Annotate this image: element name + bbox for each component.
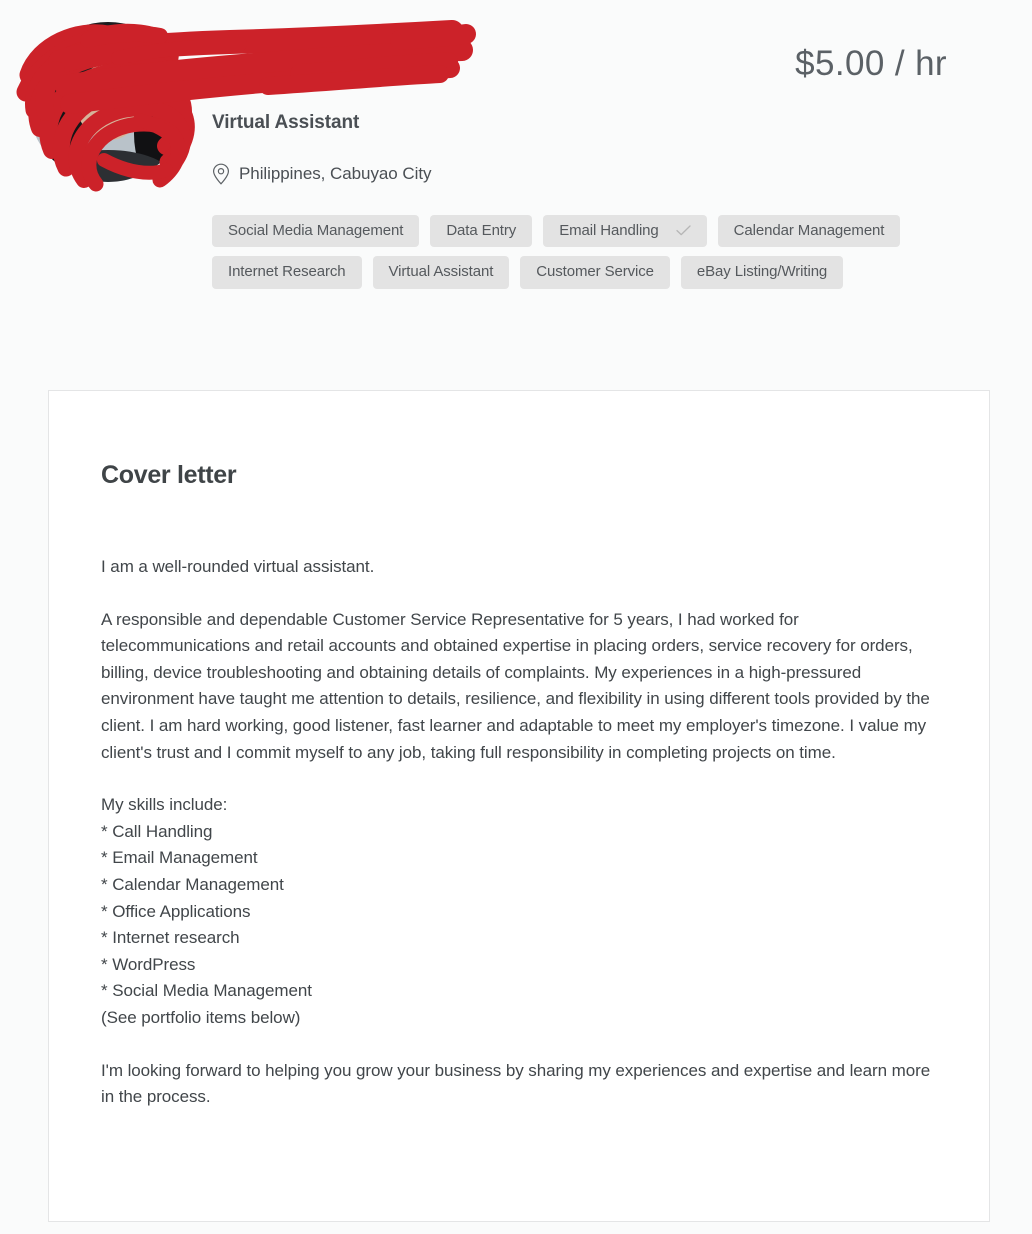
profile-header: Virtual Assistant Philippines, Cabuyao C… [0, 0, 1032, 382]
hourly-rate: $5.00 / hr [795, 44, 947, 83]
skill-tag[interactable]: Data Entry [430, 215, 533, 248]
cover-letter-heading: Cover letter [101, 461, 237, 489]
profile-role: Virtual Assistant [212, 112, 360, 133]
location-pin-icon [212, 163, 230, 185]
cover-letter-skills-block: My skills include: * Call Handling * Email… [101, 792, 935, 1031]
skill-tag[interactable]: Virtual Assistant [372, 256, 510, 289]
skill-tag[interactable]: Calendar Management [717, 215, 901, 248]
skill-tag-label: Social Media Management [228, 222, 404, 239]
avatar-face [76, 63, 144, 141]
skill-tag[interactable]: Customer Service [520, 256, 670, 289]
skills-intro: My skills include: [101, 795, 228, 815]
skill-line: * Calendar Management [101, 874, 284, 894]
cover-letter-paragraph-2: A responsible and dependable Customer Se… [101, 609, 930, 762]
skill-line: * Internet research [101, 928, 240, 948]
skill-tag[interactable]: Email Handling [543, 215, 707, 248]
avatar-image [28, 22, 188, 182]
skills-note: (See portfolio items below) [101, 1007, 301, 1027]
skill-tag-list: Social Media Management Data Entry Email H… [212, 215, 952, 289]
skill-tag-label: Internet Research [228, 263, 346, 281]
skill-tag-label: eBay Listing/Writing [696, 263, 828, 281]
cover-letter-paragraph-1: I am a well-rounded virtual assistant. [101, 557, 375, 576]
skill-tag[interactable]: eBay Listing/Writing [680, 256, 844, 289]
skill-line: * Email Management [101, 848, 258, 868]
skill-line: * Social Media Management [101, 981, 312, 1001]
skill-line: * Office Applications [101, 901, 251, 921]
cover-letter-paragraph-3: I'm looking forward to helping you grow … [101, 1060, 931, 1107]
avatar[interactable] [28, 22, 188, 182]
skill-tag-label: Email Handling [559, 222, 659, 239]
location-text: Philippines, Cabuyao City [239, 164, 432, 183]
skill-line: * WordPress [101, 954, 196, 974]
cover-letter-body: I am a well-rounded virtual assistant. A… [101, 554, 935, 1111]
skill-tag[interactable]: Internet Research [212, 256, 362, 289]
skill-tag-label: Virtual Assistant [388, 263, 494, 281]
profile-location: Philippines, Cabuyao City [212, 163, 432, 185]
skill-tag-label: Calendar Management [733, 222, 885, 239]
skill-line: * Call Handling [101, 821, 213, 841]
check-icon [676, 225, 691, 236]
skill-tag-label: Customer Service [536, 263, 654, 281]
skill-tag[interactable]: Social Media Management [212, 215, 420, 248]
skill-tag-label: Data Entry [446, 222, 517, 239]
cover-letter-card: Cover letter I am a well-rounded virtual… [48, 390, 990, 1222]
